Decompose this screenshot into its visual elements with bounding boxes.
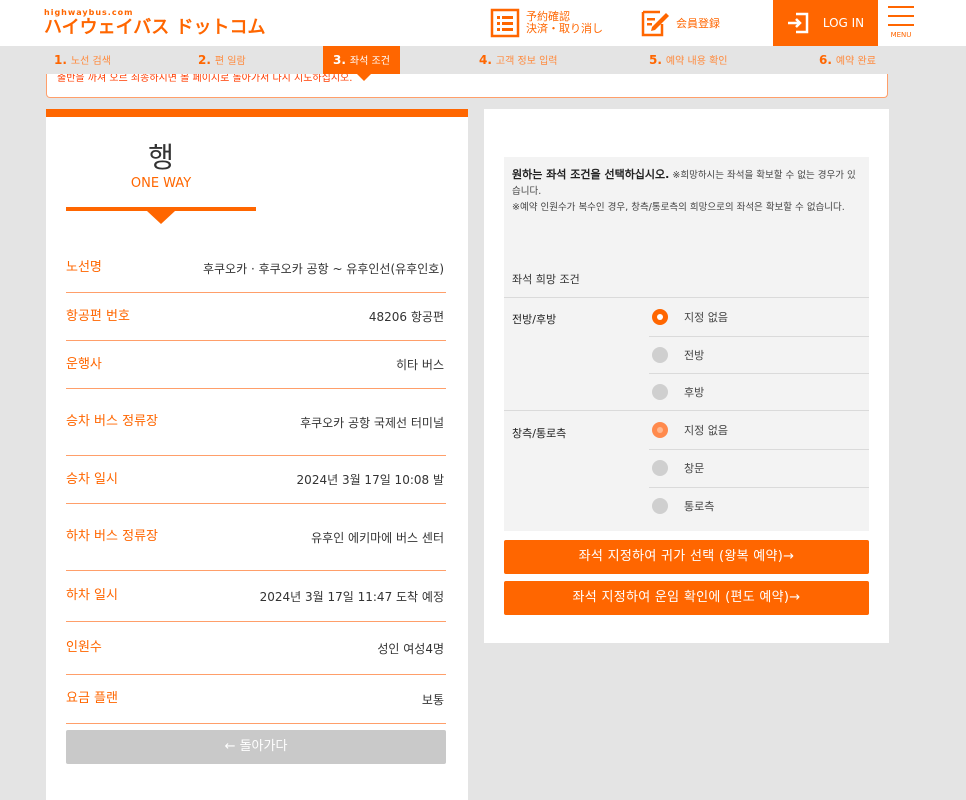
info-row-alighting-time: 하차 일시 2024년 3월 17일 11:47 도착 예정	[66, 571, 446, 622]
info-row-flight: 항공편 번호 48206 항공편	[66, 293, 446, 341]
info-row-passengers: 인원수 성인 여성4명	[66, 622, 446, 675]
trip-summary-panel: 행 ONE WAY 노선명 후쿠오카 · 후쿠오카 공항 ~ 유후인선(유후인호…	[46, 109, 468, 800]
seat-condition-panel: 원하는 좌석 조건을 선택하십시오. ※희망하시는 좌석을 확보할 수 없는 경…	[484, 109, 889, 643]
back-button[interactable]: ← 돌아가다	[66, 730, 446, 764]
menu-button[interactable]: MENU	[886, 6, 916, 44]
window-aisle-option-none[interactable]: 지정 없음	[652, 422, 728, 438]
direction-title: 행	[148, 141, 174, 174]
member-register-link[interactable]: 会員登録	[640, 6, 720, 40]
seat-description: 원하는 좌석 조건을 선택하십시오. ※희망하시는 좌석을 확보할 수 없는 경…	[512, 167, 864, 216]
edit-icon	[641, 10, 669, 37]
info-row-operator: 운행사 히타 버스	[66, 341, 446, 389]
notice-banner: 출반을 까져 오르 죄송하시면 볼 페이지로 돌아가서 다시 지도하십시오.	[46, 74, 888, 98]
info-row-fare-plan: 요금 플랜 보통	[66, 675, 446, 724]
seat-description-note: ※예약 인원수가 복수인 경우, 창측/통로측의 희망으로의 좌석은 확보할 수…	[512, 202, 845, 213]
direction-subtitle: ONE WAY	[130, 176, 192, 191]
radio-icon	[652, 384, 668, 400]
trip-direction: 행 ONE WAY	[66, 141, 256, 193]
logo-title: ハイウェイバス ドットコム	[44, 17, 266, 38]
step-2: 2. 편 일람	[198, 53, 246, 67]
site-header: highwaybus.com ハイウェイバス ドットコム 予約確認 決済・取り消…	[0, 0, 966, 46]
info-row-route: 노선명 후쿠오카 · 후쿠오카 공항 ~ 유후인선(유후인호)	[66, 244, 446, 293]
menu-label: MENU	[890, 31, 912, 39]
radio-icon	[652, 460, 668, 476]
info-row-boarding-stop: 승차 버스 정류장 후쿠오카 공항 국제선 터미널	[66, 389, 446, 456]
window-aisle-option-window[interactable]: 창문	[652, 460, 704, 476]
step-5: 5. 예약 내용 확인	[649, 53, 728, 67]
reserve-line-2: 決済・取り消し	[526, 22, 603, 35]
radio-icon	[652, 347, 668, 363]
seat-section-title: 좌석 희망 조건	[512, 273, 580, 286]
progress-steps: 1. 노선 검색 2. 편 일람 3. 좌석 조건 4. 고객 정보 입력 5. 예약 내…	[0, 46, 966, 74]
one-way-button[interactable]: 좌석 지정하여 운임 확인에 (편도 예약)→	[504, 581, 869, 615]
window-aisle-label: 창측/통로측	[512, 427, 567, 440]
step-6: 6. 예약 완료	[819, 53, 876, 67]
round-trip-button[interactable]: 좌석 지정하여 귀가 선택 (왕복 예약)→	[504, 540, 869, 574]
reservation-check-link[interactable]: 予約確認 決済・取り消し	[490, 6, 603, 40]
step-4: 4. 고객 정보 입력	[479, 53, 558, 67]
step-arrow-icon	[357, 74, 371, 81]
login-icon	[787, 12, 809, 34]
logo-domain: highwaybus.com	[44, 8, 134, 17]
window-aisle-option-aisle[interactable]: 통로측	[652, 498, 714, 514]
front-back-label: 전방/후방	[512, 313, 557, 326]
step-3-current: 3. 좌석 조건	[323, 46, 400, 74]
seat-description-lead: 원하는 좌석 조건을 선택하십시오.	[512, 168, 670, 181]
register-label: 会員登録	[676, 17, 720, 30]
info-row-alighting-stop: 하차 버스 정류장 유후인 에키마에 버스 센터	[66, 504, 446, 571]
radio-icon	[652, 498, 668, 514]
login-button[interactable]: LOG IN	[773, 0, 878, 46]
front-back-option-front[interactable]: 전방	[652, 347, 704, 363]
site-logo[interactable]: highwaybus.com ハイウェイバス ドットコム	[44, 8, 266, 39]
step-1: 1. 노선 검색	[54, 53, 111, 67]
info-row-boarding-time: 승차 일시 2024년 3월 17일 10:08 발	[66, 456, 446, 504]
direction-triangle-icon	[147, 211, 175, 224]
list-icon	[490, 8, 520, 38]
front-back-option-none[interactable]: 지정 없음	[652, 309, 728, 325]
login-label: LOG IN	[822, 16, 865, 30]
radio-selected-icon	[652, 422, 668, 438]
radio-selected-icon	[652, 309, 668, 325]
front-back-option-rear[interactable]: 후방	[652, 384, 704, 400]
seat-condition-box: 원하는 좌석 조건을 선택하십시오. ※희망하시는 좌석을 확보할 수 없는 경…	[504, 157, 869, 531]
